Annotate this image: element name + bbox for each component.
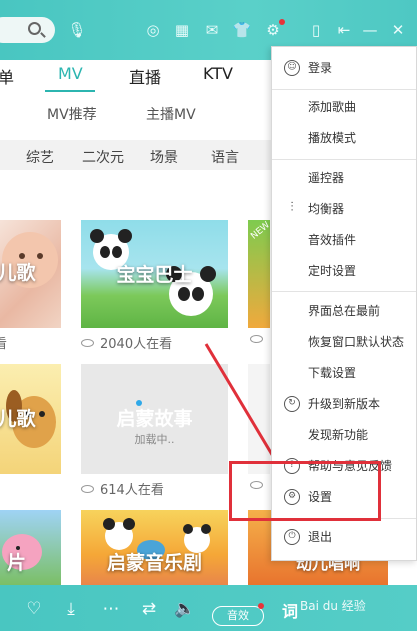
menu-item-label: 发现新功能 xyxy=(308,428,369,442)
sound-effect-button[interactable]: 音效 xyxy=(212,606,264,626)
main-tabs: 单 MV 直播 KTV xyxy=(0,60,300,92)
mail-icon[interactable]: ✉ xyxy=(201,19,223,41)
mv-tile[interactable]: 宝宝巴士 xyxy=(81,220,228,328)
menu-item-label: 均衡器 xyxy=(308,202,345,216)
phone-icon[interactable]: ▯ xyxy=(305,19,327,41)
annotation-highlight-box xyxy=(229,461,381,521)
power-icon: ⏻ xyxy=(284,529,300,545)
menu-item-label: 遥控器 xyxy=(308,171,345,185)
menu-item-label: 定时设置 xyxy=(308,264,357,278)
menu-item-sound-plugin[interactable]: 音效插件 xyxy=(272,225,416,255)
category-variety[interactable]: 综艺 xyxy=(26,147,54,167)
search-icon[interactable] xyxy=(28,22,41,35)
menu-separator xyxy=(272,89,416,90)
tab-mv[interactable]: MV xyxy=(58,64,83,83)
shirt-icon[interactable]: 👕 xyxy=(231,19,253,41)
circle-icon[interactable]: ◎ xyxy=(142,19,164,41)
menu-item-login[interactable]: ☺ 登录 xyxy=(272,53,416,83)
eye-icon xyxy=(81,485,94,493)
loading-spinner-icon xyxy=(136,400,142,406)
upgrade-icon: ↻ xyxy=(284,396,300,412)
menu-item-label: 退出 xyxy=(308,530,333,544)
grid-icon[interactable]: ▦ xyxy=(171,19,193,41)
menu-item-label: 恢复窗口默认状态 xyxy=(308,335,405,349)
eye-icon xyxy=(81,339,94,347)
tab-live[interactable]: 直播 xyxy=(129,64,161,88)
heart-icon[interactable]: ♡ xyxy=(23,598,45,620)
menu-item-add-song[interactable]: 添加歌曲 xyxy=(272,92,416,122)
menu-item-restore-window[interactable]: 恢复窗口默认状态 xyxy=(272,327,416,357)
menu-item-upgrade[interactable]: ↻ 升级到新版本 xyxy=(272,389,416,419)
subtab-mv-recommend[interactable]: MV推荐 xyxy=(47,104,97,124)
category-language[interactable]: 语言 xyxy=(211,147,239,167)
tile-title: 片 xyxy=(6,552,26,574)
viewer-count: 看 xyxy=(0,337,8,352)
category-scene[interactable]: 场景 xyxy=(150,147,178,167)
mv-tile[interactable]: NEW xyxy=(248,220,270,328)
mic-icon[interactable]: 🎙 xyxy=(66,19,88,41)
user-icon: ☺ xyxy=(284,60,300,76)
mv-tile[interactable]: 儿歌 xyxy=(0,220,61,328)
watermark: Bai du 经验 xyxy=(300,599,366,613)
menu-item-always-on-top[interactable]: 界面总在最前 xyxy=(272,296,416,326)
new-badge: NEW xyxy=(249,220,270,242)
menu-item-remote[interactable]: 遥控器 xyxy=(272,163,416,193)
menu-item-download-settings[interactable]: 下载设置 xyxy=(272,358,416,388)
subtab-anchor-mv[interactable]: 主播MV xyxy=(146,104,196,124)
tab-playlist[interactable]: 单 xyxy=(0,64,14,88)
viewer-count-text: 2040人在看 xyxy=(100,337,173,352)
notification-dot xyxy=(279,19,285,25)
tile-title: 启蒙音乐剧 xyxy=(106,552,202,574)
menu-item-equalizer[interactable]: ⫶ 均衡器 xyxy=(272,194,416,224)
download-icon[interactable]: ⤓ xyxy=(60,598,82,620)
viewer-count: 2040人在看 xyxy=(81,333,172,352)
active-tab-underline xyxy=(45,90,95,92)
notification-dot xyxy=(258,603,264,609)
viewer-count: 614人在看 xyxy=(81,479,164,498)
menu-item-play-mode[interactable]: 播放模式 xyxy=(272,123,416,153)
mv-tile[interactable]: 片 xyxy=(0,510,61,585)
menu-item-label: 升级到新版本 xyxy=(308,397,381,411)
menu-item-new-features[interactable]: 发现新功能 xyxy=(272,420,416,450)
menu-item-exit[interactable]: ⏻ 退出 xyxy=(272,522,416,552)
menu-separator xyxy=(272,291,416,292)
menu-item-label: 界面总在最前 xyxy=(308,304,381,318)
mv-tile[interactable]: 启蒙音乐剧 xyxy=(81,510,228,585)
mv-tile[interactable]: 儿歌 xyxy=(0,364,61,474)
tab-ktv[interactable]: KTV xyxy=(203,64,233,83)
tile-title: 儿歌 xyxy=(0,262,36,284)
equalizer-icon: ⫶ xyxy=(290,200,294,215)
tile-title: 儿歌 xyxy=(0,408,36,430)
search-input[interactable] xyxy=(0,17,55,43)
minimize-icon[interactable]: — xyxy=(359,19,381,41)
tile-title: 宝宝巴士 xyxy=(116,264,193,286)
menu-item-label: 登录 xyxy=(308,61,333,75)
menu-item-label: 下载设置 xyxy=(308,366,357,380)
menu-item-label: 添加歌曲 xyxy=(308,100,357,114)
lyrics-button[interactable]: 词 xyxy=(282,598,298,622)
menu-item-label: 音效插件 xyxy=(308,233,357,247)
volume-icon[interactable]: 🔈 xyxy=(174,598,196,620)
menu-separator xyxy=(272,159,416,160)
more-icon[interactable]: ⋯ xyxy=(100,598,122,620)
viewer-count-text: 614人在看 xyxy=(100,483,164,498)
repeat-icon[interactable]: ⇄ xyxy=(138,598,160,620)
back-icon[interactable]: ⇤ xyxy=(333,19,355,41)
category-anime[interactable]: 二次元 xyxy=(82,147,124,167)
menu-item-timer[interactable]: 定时设置 xyxy=(272,256,416,286)
close-icon[interactable]: ✕ xyxy=(387,19,409,41)
menu-item-label: 播放模式 xyxy=(308,131,357,145)
